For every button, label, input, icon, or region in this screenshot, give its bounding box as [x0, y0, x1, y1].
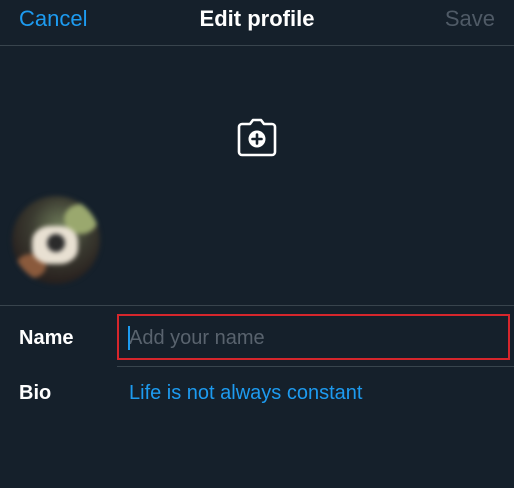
name-input[interactable]: [129, 324, 499, 352]
bio-label: Bio: [19, 382, 52, 404]
bio-input[interactable]: Life is not always constant: [129, 381, 362, 405]
camera-plus-icon[interactable]: [236, 118, 278, 158]
name-label: Name: [19, 327, 74, 349]
save-button[interactable]: Save: [445, 6, 495, 32]
divider: [0, 305, 514, 306]
top-bar: Cancel Edit profile Save: [0, 0, 514, 46]
text-cursor: [128, 326, 130, 350]
avatar[interactable]: [12, 196, 100, 284]
name-field-highlight: [117, 314, 510, 360]
cancel-button[interactable]: Cancel: [19, 6, 87, 32]
divider: [117, 366, 514, 367]
